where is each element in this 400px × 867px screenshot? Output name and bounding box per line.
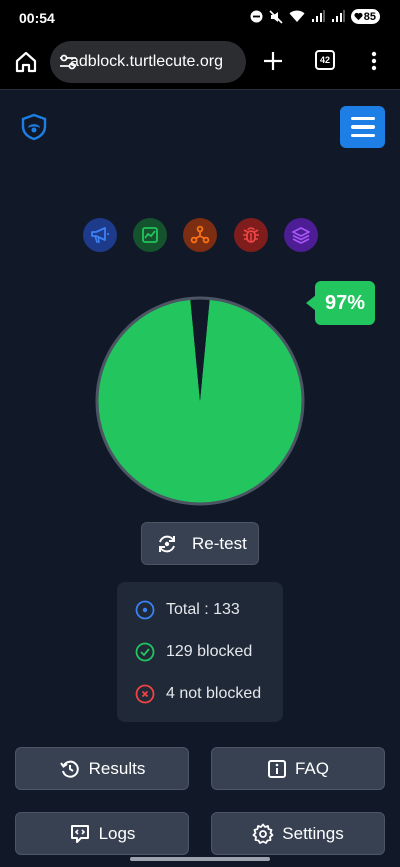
mute-icon [269, 9, 283, 24]
settings-label: Settings [282, 823, 344, 843]
status-bar: 00:54 85 [0, 0, 400, 36]
battery-level: 85 [363, 10, 376, 23]
check-circle-icon [135, 642, 155, 662]
do-not-disturb-icon [250, 10, 263, 23]
status-icons: 85 [250, 9, 380, 24]
retest-button[interactable]: Re-test [141, 522, 259, 565]
category-error-trackers[interactable] [234, 218, 268, 252]
menu-button[interactable] [340, 106, 385, 148]
wifi-icon [289, 10, 305, 22]
logs-label: Logs [98, 823, 136, 843]
retest-label: Re-test [192, 533, 247, 553]
gesture-bar [130, 857, 270, 861]
percent-label: 97% [324, 291, 366, 314]
browser-toolbar: adblock.turtlecute.org 42 [0, 36, 400, 90]
results-label: Results [88, 758, 146, 778]
faq-button[interactable]: FAQ [211, 747, 385, 790]
score-pie-chart [95, 296, 305, 506]
menu-bar-icon [350, 133, 375, 138]
signal-icon-2 [331, 10, 345, 22]
refresh-icon [159, 535, 175, 552]
tab-switcher-button[interactable]: 42 [315, 50, 335, 70]
logs-button[interactable]: Logs [15, 812, 189, 855]
faq-label: FAQ [294, 758, 329, 778]
url-text: adblock.turtlecute.org [70, 53, 223, 70]
history-icon [59, 760, 79, 778]
results-button[interactable]: Results [15, 747, 189, 790]
blocked-text: 129 blocked [166, 643, 253, 660]
info-icon [267, 759, 286, 778]
total-text: Total : 133 [166, 601, 240, 618]
message-code-icon [70, 824, 89, 843]
percent-badge: 97% [306, 281, 375, 325]
summary-card: Total : 133 129 blocked 4 not blocked [117, 582, 283, 722]
bug-icon [243, 227, 259, 243]
not-blocked-text: 4 not blocked [166, 685, 262, 702]
summary-blocked: 129 blocked [135, 642, 252, 662]
category-other[interactable] [284, 218, 318, 252]
network-icon [190, 225, 210, 244]
settings-button[interactable]: Settings [211, 812, 385, 855]
new-tab-icon[interactable] [260, 48, 286, 74]
x-circle-icon [135, 684, 155, 704]
more-options-icon[interactable] [366, 50, 382, 72]
home-icon[interactable] [13, 49, 39, 75]
category-icons [83, 218, 319, 252]
layers-icon [292, 227, 310, 244]
address-bar[interactable]: adblock.turtlecute.org [50, 41, 246, 83]
category-ads[interactable] [83, 218, 117, 252]
category-trackers[interactable] [183, 218, 217, 252]
summary-not-blocked: 4 not blocked [135, 684, 261, 704]
battery-heart-icon [354, 12, 363, 21]
app-logo-icon[interactable] [20, 113, 48, 141]
menu-bar-icon [350, 116, 375, 121]
megaphone-icon [91, 227, 109, 243]
battery-indicator: 85 [350, 9, 380, 24]
summary-total: Total : 133 [135, 600, 240, 620]
status-time: 00:54 [19, 10, 55, 26]
menu-bar-icon [350, 125, 375, 129]
chart-icon [142, 227, 158, 243]
gear-icon [252, 823, 274, 844]
total-circle-icon [135, 600, 155, 620]
signal-icon [311, 10, 325, 22]
category-analytics[interactable] [133, 218, 167, 252]
tab-count: 42 [319, 55, 330, 65]
